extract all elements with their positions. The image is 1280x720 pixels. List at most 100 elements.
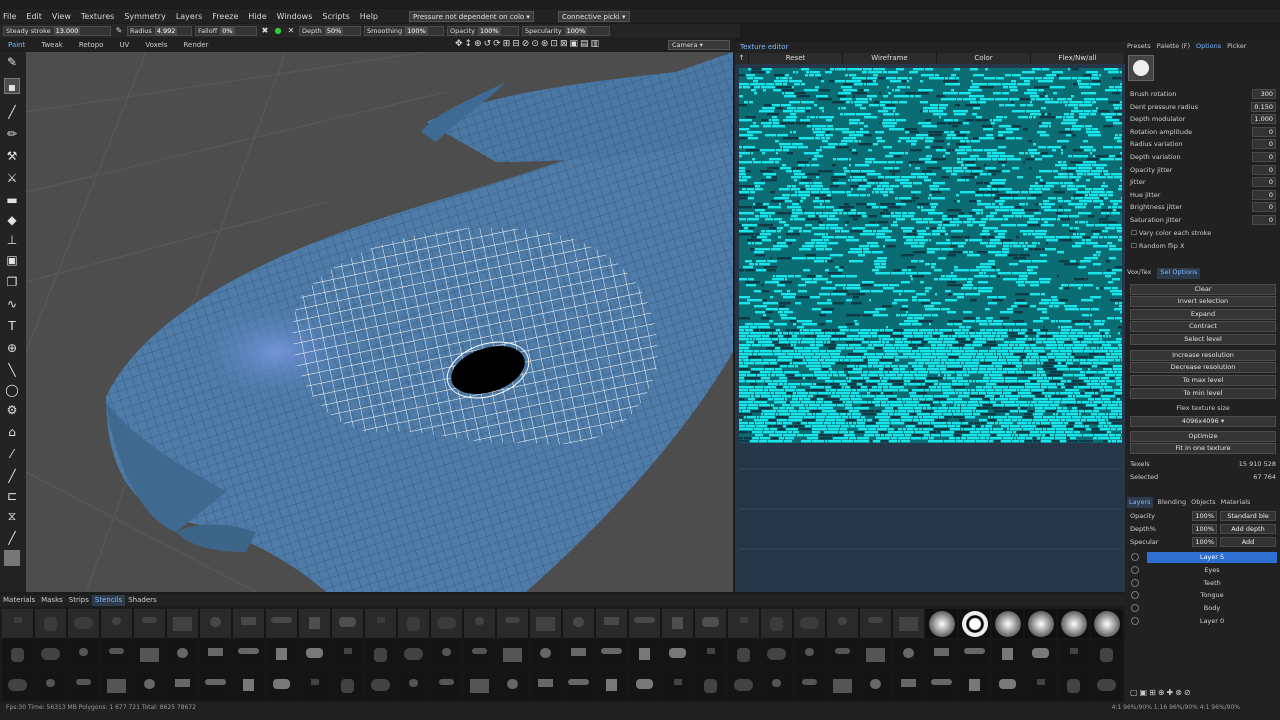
- brush-preview[interactable]: [1128, 55, 1154, 81]
- stencil-thumb[interactable]: [1058, 609, 1089, 638]
- stencil-thumb[interactable]: [563, 671, 594, 700]
- room-tab-voxels[interactable]: Voxels: [137, 41, 175, 49]
- stencil-thumb[interactable]: [266, 671, 297, 700]
- room-tab-tweak[interactable]: Tweak: [33, 41, 71, 49]
- tex-wireframe-button[interactable]: Wireframe: [843, 53, 937, 64]
- menu-symmetry[interactable]: Symmetry: [121, 12, 172, 21]
- stencil-thumb[interactable]: [992, 609, 1023, 638]
- stencil-thumb[interactable]: [926, 640, 957, 669]
- butterfly-icon[interactable]: ⧖: [4, 508, 20, 524]
- layer-item[interactable]: Layer 5: [1147, 552, 1277, 563]
- camera-dropdown[interactable]: Camera ▾: [668, 40, 730, 50]
- stencil-thumb[interactable]: [695, 609, 726, 638]
- cross-icon[interactable]: ✖: [260, 26, 270, 36]
- stencil-thumb[interactable]: [101, 609, 132, 638]
- stencil-thumb[interactable]: [1091, 671, 1122, 700]
- stencil-thumb[interactable]: [233, 609, 264, 638]
- bottom-tab-masks[interactable]: Masks: [38, 595, 66, 606]
- stencil-thumb[interactable]: [299, 671, 330, 700]
- menu-hide[interactable]: Hide: [245, 12, 273, 21]
- steady-stroke-field[interactable]: Steady stroke 13.000: [3, 26, 111, 36]
- sel-button-8[interactable]: To min level: [1130, 388, 1276, 399]
- menu-freeze[interactable]: Freeze: [209, 12, 245, 21]
- stencil-thumb[interactable]: [167, 640, 198, 669]
- falloff-field[interactable]: Falloff 0%: [195, 26, 257, 36]
- stencil-thumb[interactable]: [1058, 671, 1089, 700]
- brush-option-value[interactable]: 0: [1252, 177, 1276, 188]
- brush-option-value[interactable]: 0: [1252, 164, 1276, 175]
- lasso-icon[interactable]: ◯: [4, 382, 20, 398]
- tab-palette[interactable]: Palette (F): [1157, 42, 1190, 52]
- stencil-thumb[interactable]: [827, 671, 858, 700]
- stencil-thumb[interactable]: [1025, 640, 1056, 669]
- layer-item[interactable]: Body: [1147, 603, 1277, 614]
- frame-icon[interactable]: ▣: [4, 252, 20, 268]
- brush-option-row[interactable]: Saturation jitter 0: [1128, 215, 1278, 226]
- stencil-thumb[interactable]: [167, 609, 198, 638]
- stencil-thumb[interactable]: [1025, 671, 1056, 700]
- fit-texture-button[interactable]: Fit in one texture: [1130, 443, 1276, 454]
- tab-sel-options[interactable]: Sel Options: [1157, 268, 1201, 279]
- color-swatch[interactable]: [4, 550, 20, 566]
- stencil-thumb[interactable]: [827, 609, 858, 638]
- menu-file[interactable]: File: [0, 12, 23, 21]
- stencil-thumb[interactable]: [1058, 640, 1089, 669]
- layer-prop-row[interactable]: Depth% 100% Add depth: [1128, 524, 1278, 535]
- stencil-thumb[interactable]: [398, 640, 429, 669]
- brush-option-row[interactable]: Dent pressure radius 0.150: [1128, 101, 1278, 113]
- pencil-icon[interactable]: ✏: [4, 126, 20, 142]
- menu-windows[interactable]: Windows: [274, 12, 320, 21]
- menu-layers[interactable]: Layers: [173, 12, 209, 21]
- opacity-field[interactable]: Opacity 100%: [447, 26, 519, 36]
- specularity-field[interactable]: Specularity 100%: [522, 26, 610, 36]
- tex-up-button[interactable]: ↑: [735, 53, 749, 64]
- stencil-thumb[interactable]: [101, 671, 132, 700]
- brush-option-value[interactable]: 0: [1252, 126, 1276, 137]
- menu-edit[interactable]: Edit: [23, 12, 49, 21]
- sel-button-1[interactable]: Invert selection: [1130, 296, 1276, 307]
- tab-objects[interactable]: Objects: [1191, 497, 1216, 508]
- tab-options[interactable]: Options: [1196, 42, 1221, 52]
- stencil-thumb[interactable]: [695, 671, 726, 700]
- stencil-thumb[interactable]: [398, 609, 429, 638]
- stencil-thumb[interactable]: [233, 640, 264, 669]
- bottom-tab-strips[interactable]: Strips: [66, 595, 92, 606]
- tab-picker[interactable]: Picker: [1227, 42, 1246, 52]
- stencil-thumb[interactable]: [266, 609, 297, 638]
- stencil-thumb[interactable]: [68, 671, 99, 700]
- layer-prop-value[interactable]: 100%: [1192, 537, 1217, 547]
- stencil-thumb[interactable]: [992, 640, 1023, 669]
- stencil-thumb[interactable]: [629, 671, 660, 700]
- stencil-thumb[interactable]: [563, 640, 594, 669]
- brush-option-row[interactable]: Depth modulator 1.000: [1128, 114, 1278, 125]
- stencil-thumb[interactable]: [332, 640, 363, 669]
- stencil-thumb[interactable]: [860, 609, 891, 638]
- stencil-thumb[interactable]: [134, 609, 165, 638]
- stencil-thumb[interactable]: [266, 640, 297, 669]
- eye-icon[interactable]: [1131, 617, 1139, 625]
- stencil-thumb[interactable]: [530, 640, 561, 669]
- menu-help[interactable]: Help: [357, 12, 385, 21]
- brush-icon[interactable]: ✎: [4, 54, 20, 70]
- room-tab-render[interactable]: Render: [176, 41, 217, 49]
- stencil-thumb[interactable]: [68, 640, 99, 669]
- layer-item[interactable]: Tongue: [1147, 590, 1277, 601]
- stencil-thumb[interactable]: [959, 671, 990, 700]
- stencil-thumb[interactable]: [68, 609, 99, 638]
- room-tab-retopo[interactable]: Retopo: [71, 41, 112, 49]
- brush-option-row[interactable]: Jitter 0: [1128, 177, 1278, 188]
- stencil-thumb[interactable]: [662, 640, 693, 669]
- stencil-thumb[interactable]: [2, 609, 33, 638]
- stencil-thumb[interactable]: [530, 609, 561, 638]
- copy-icon[interactable]: ❐: [4, 274, 20, 290]
- sel-button-2[interactable]: Expand: [1130, 309, 1276, 320]
- brush-option-row[interactable]: Brightness jitter 0: [1128, 202, 1278, 213]
- stencil-thumb[interactable]: [728, 609, 759, 638]
- stencil-thumb[interactable]: [299, 609, 330, 638]
- random-flip-checkbox[interactable]: ☐ Random flip X: [1131, 242, 1271, 250]
- stencil-thumb[interactable]: [926, 671, 957, 700]
- stencil-thumb[interactable]: [365, 671, 396, 700]
- stencil-thumb[interactable]: [728, 640, 759, 669]
- stencil-thumb[interactable]: [761, 609, 792, 638]
- stencil-thumb[interactable]: [101, 640, 132, 669]
